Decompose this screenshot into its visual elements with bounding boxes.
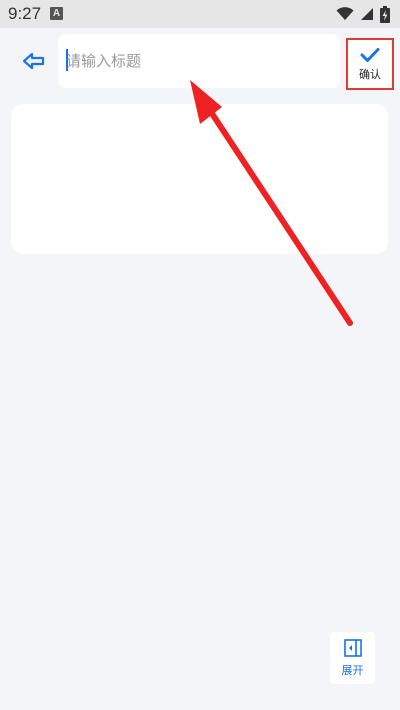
confirm-label: 确认 (359, 67, 381, 81)
status-bar: 9:27 A (0, 0, 400, 28)
status-time: 9:27 (8, 4, 42, 23)
signal-icon (361, 8, 373, 20)
checkmark-icon (360, 47, 380, 62)
confirm-button[interactable]: 确认 (346, 38, 394, 90)
back-button[interactable] (14, 45, 54, 77)
arrow-left-outline-icon (22, 52, 45, 70)
title-field[interactable] (58, 34, 340, 88)
expand-button[interactable]: 展开 (330, 632, 375, 684)
text-cursor (66, 49, 68, 71)
title-input[interactable] (58, 34, 340, 88)
battery-icon (380, 5, 390, 23)
wifi-icon (336, 7, 354, 20)
notification-icon: A (50, 7, 63, 20)
expand-label: 展开 (341, 664, 364, 677)
status-icons (336, 5, 390, 23)
content-card[interactable] (11, 104, 388, 254)
panel-expand-icon (343, 639, 362, 657)
